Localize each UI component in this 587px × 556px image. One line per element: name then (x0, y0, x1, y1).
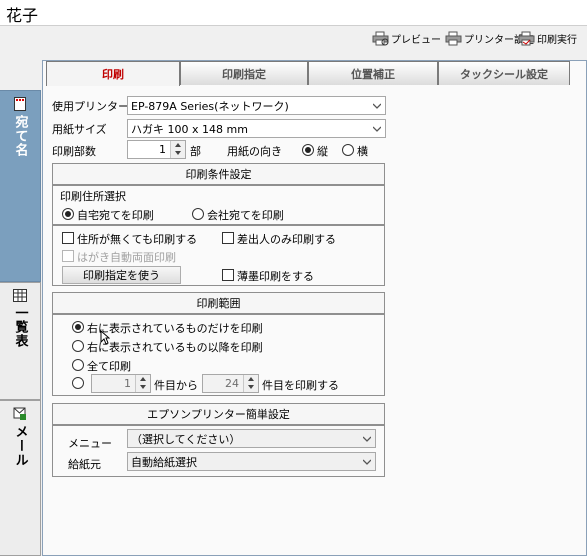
range-to-value: 24 (225, 377, 239, 390)
range-from-text: 件目から (154, 379, 198, 392)
range-from-value: 1 (124, 377, 131, 390)
paper-value: ハガキ 100 x 148 mm (131, 122, 248, 136)
company-address-radio[interactable] (192, 208, 204, 220)
app-title: 花子 (6, 6, 39, 25)
table-icon (13, 289, 27, 302)
toolbar: プレビュー プリンター設定 印刷実行 (0, 26, 587, 50)
chevron-down-icon (363, 436, 371, 442)
from-right-radio[interactable] (72, 340, 84, 352)
sidebar-item-list[interactable]: 一覧表 (0, 282, 41, 400)
tab-position[interactable]: 位置補正 (308, 61, 438, 85)
landscape-label: 横 (357, 145, 368, 158)
sidebar-item-address[interactable]: 宛て名 (0, 90, 41, 282)
preview-label: プレビュー (391, 34, 441, 46)
sidebar: 宛て名 一覧表 メール (0, 50, 42, 556)
company-address-label: 会社宛てを印刷 (207, 209, 284, 222)
tab-print-spec[interactable]: 印刷指定 (180, 61, 308, 85)
chevron-down-icon (373, 103, 381, 109)
copies-value: 1 (159, 143, 166, 156)
menu-select[interactable]: （選択してください） (127, 429, 376, 448)
conditions-header: 印刷条件設定 (52, 163, 385, 185)
all-label: 全て印刷 (87, 360, 131, 373)
preview-button[interactable]: プレビュー (372, 30, 441, 46)
printer-icon (518, 31, 535, 45)
thin-ink-checkbox[interactable] (222, 269, 234, 281)
epson-header: エプソンプリンター簡単設定 (52, 403, 385, 425)
feed-value: 自動給紙選択 (131, 455, 197, 469)
only-right-label: 右に表示されているものだけを印刷 (87, 322, 263, 335)
printer-icon (445, 31, 462, 45)
stepper-arrows[interactable] (243, 375, 258, 392)
auto-duplex-label: はがき自動両面印刷 (77, 251, 176, 264)
range-to-text: 件目を印刷する (262, 379, 339, 392)
print-run-button[interactable]: 印刷実行 (518, 30, 577, 46)
printer-select[interactable]: EP-879A Series(ネットワーク) (127, 96, 386, 115)
menu-value: （選択してください） (131, 432, 241, 446)
feed-select[interactable]: 自動給紙選択 (127, 452, 376, 471)
printer-label: 使用プリンター (52, 100, 129, 113)
sender-only-checkbox[interactable] (222, 232, 234, 244)
address-select-label: 印刷住所選択 (60, 190, 126, 203)
paper-label: 用紙サイズ (52, 123, 107, 136)
portrait-radio[interactable] (302, 144, 314, 156)
print-run-label: 印刷実行 (537, 34, 577, 46)
all-radio[interactable] (72, 359, 84, 371)
printer-value: EP-879A Series(ネットワーク) (131, 99, 289, 113)
sidebar-item-label: 宛て名 (12, 115, 28, 157)
home-address-label: 自宅宛てを印刷 (77, 209, 154, 222)
feed-label: 給紙元 (68, 458, 101, 471)
thin-ink-label: 薄墨印刷をする (237, 270, 314, 283)
stepper-arrows[interactable] (135, 375, 150, 392)
menu-label: メニュー (68, 437, 112, 450)
copies-label: 印刷部数 (52, 145, 96, 158)
use-print-spec-button[interactable]: 印刷指定を使う (62, 266, 181, 284)
auto-duplex-checkbox[interactable] (62, 250, 74, 262)
range-radio[interactable] (72, 377, 84, 389)
no-address-label: 住所が無くても印刷する (77, 233, 198, 246)
printer-icon (372, 31, 389, 45)
sidebar-item-label: メール (12, 425, 28, 467)
range-header: 印刷範囲 (52, 292, 385, 314)
copies-unit: 部 (190, 145, 201, 158)
sidebar-item-mail[interactable]: メール (0, 400, 41, 556)
chevron-down-icon (363, 459, 371, 465)
mail-icon (13, 407, 26, 420)
tab-print[interactable]: 印刷 (46, 61, 180, 86)
postcard-icon (14, 97, 26, 111)
only-right-radio[interactable] (72, 321, 84, 333)
sender-only-label: 差出人のみ印刷する (237, 233, 336, 246)
portrait-label: 縦 (317, 145, 328, 158)
home-address-radio[interactable] (62, 208, 74, 220)
chevron-down-icon (373, 126, 381, 132)
landscape-radio[interactable] (342, 144, 354, 156)
from-right-label: 右に表示されているもの以降を印刷 (87, 341, 263, 354)
tab-tack-seal[interactable]: タックシール設定 (438, 61, 570, 85)
title-bar: 花子 (0, 0, 587, 26)
copies-stepper[interactable]: 1 (127, 140, 186, 159)
sidebar-item-label: 一覧表 (12, 306, 28, 348)
orientation-label: 用紙の向き (227, 145, 282, 158)
range-to-stepper[interactable]: 24 (202, 374, 259, 393)
stepper-arrows[interactable] (170, 141, 185, 158)
range-from-stepper[interactable]: 1 (91, 374, 151, 393)
paper-select[interactable]: ハガキ 100 x 148 mm (127, 119, 386, 138)
no-address-checkbox[interactable] (62, 232, 74, 244)
